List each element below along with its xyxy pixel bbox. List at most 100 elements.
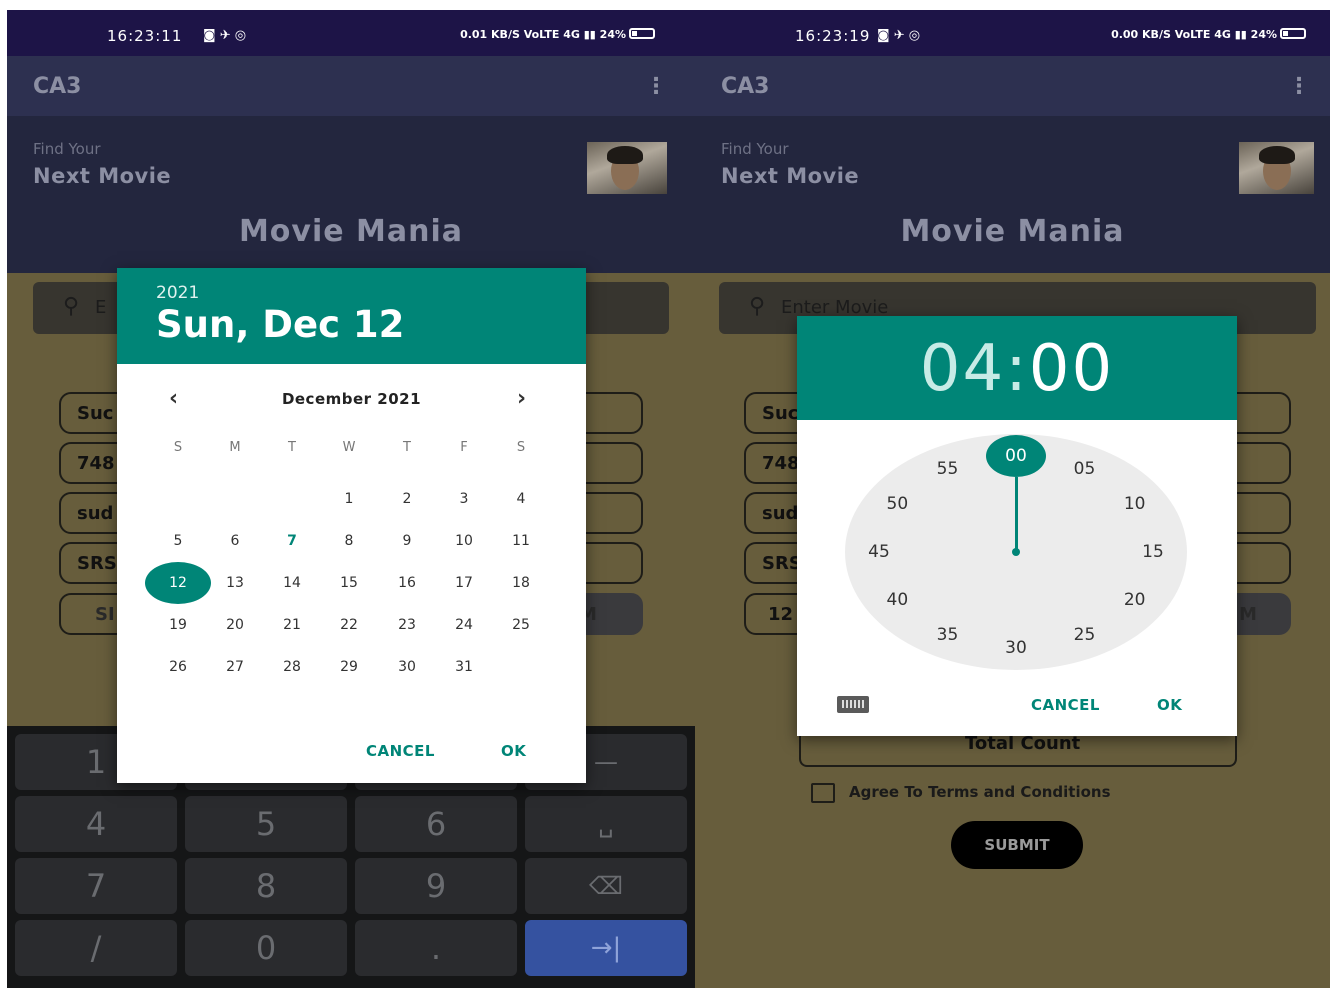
field-text: 748 <box>77 453 115 474</box>
battery-icon <box>1280 28 1306 39</box>
status-time: 16:23:11 <box>107 27 183 45</box>
calendar-day[interactable]: 3 <box>444 487 484 511</box>
find-your-label: Find Your <box>33 140 101 158</box>
search-partial-text: E <box>95 297 107 318</box>
status-bar: 16:23:11 ◙ ✈ ◎ 0.01 KB/S VoLTE 4G ▮▮ 24% <box>7 10 695 56</box>
key-6[interactable]: 6 <box>355 796 517 852</box>
calendar-day[interactable]: 4 <box>501 487 541 511</box>
overflow-menu-icon[interactable]: ⋮ <box>1288 74 1310 99</box>
today-day[interactable]: 7 <box>272 529 312 553</box>
time-separator: : <box>1005 332 1029 406</box>
weekday-header: M <box>229 440 241 455</box>
calendar-day[interactable]: 21 <box>272 613 312 637</box>
weekday-header: W <box>342 440 356 455</box>
key-8[interactable]: 8 <box>185 858 347 914</box>
field-text: sud <box>77 503 114 524</box>
status-indicators: 0.01 KB/S VoLTE 4G ▮▮ 24% <box>460 28 655 41</box>
keyboard-icon[interactable] <box>837 696 869 713</box>
calendar-day[interactable]: 6 <box>215 529 255 553</box>
calendar-day[interactable]: 15 <box>329 571 369 595</box>
selected-year[interactable]: 2021 <box>156 283 199 303</box>
key-slash[interactable]: / <box>15 920 177 976</box>
clock-number[interactable]: 50 <box>882 494 912 514</box>
calendar-day[interactable]: 11 <box>501 529 541 553</box>
clock-number[interactable]: 55 <box>933 459 963 479</box>
time-field-partial: M <box>1239 604 1257 625</box>
weekday-header: F <box>460 440 468 455</box>
calendar-day[interactable]: 26 <box>158 655 198 679</box>
calendar-day[interactable]: 24 <box>444 613 484 637</box>
selected-minute[interactable]: 00 <box>986 435 1046 477</box>
app-bar: CA3 ⋮ <box>695 56 1330 116</box>
calendar-day[interactable]: 23 <box>387 613 427 637</box>
field-text: Suc <box>77 403 114 424</box>
key-7[interactable]: 7 <box>15 858 177 914</box>
time-display: 04:00 <box>797 332 1237 406</box>
weekday-header: S <box>173 440 183 455</box>
calendar-day[interactable]: 27 <box>215 655 255 679</box>
field-text: sud <box>762 503 799 524</box>
clock-number[interactable]: 45 <box>864 542 894 562</box>
clock-number[interactable]: 15 <box>1138 542 1168 562</box>
calendar-day[interactable]: 25 <box>501 613 541 637</box>
calendar-day[interactable]: 13 <box>215 571 255 595</box>
next-movie-label: Next Movie <box>33 164 172 188</box>
overflow-menu-icon[interactable]: ⋮ <box>645 74 667 99</box>
clock-number[interactable]: 30 <box>1001 638 1031 658</box>
backspace-icon[interactable]: ⌫ <box>525 858 687 914</box>
calendar-day[interactable]: 18 <box>501 571 541 595</box>
key-9[interactable]: 9 <box>355 858 517 914</box>
network-speed-text: 0.01 KB/S VoLTE 4G ▮▮ 24% <box>460 28 626 41</box>
next-key-icon[interactable]: →| <box>525 920 687 976</box>
calendar-day[interactable]: 29 <box>329 655 369 679</box>
cancel-button[interactable]: CANCEL <box>1031 696 1100 714</box>
time-picker-dialog: 04:00 00 05 10 15 20 25 30 35 40 45 50 55 CANCEL OK <box>797 316 1237 736</box>
calendar-day[interactable]: 17 <box>444 571 484 595</box>
key-period[interactable]: . <box>355 920 517 976</box>
key-0[interactable]: 0 <box>185 920 347 976</box>
time-picker-header: 04:00 <box>797 316 1237 420</box>
notification-icons: ◙ ✈ ◎ <box>203 28 247 43</box>
submit-button[interactable]: SUBMIT <box>951 821 1083 869</box>
month-label: December 2021 <box>281 390 422 408</box>
network-speed-text: 0.00 KB/S VoLTE 4G ▮▮ 24% <box>1111 28 1277 41</box>
clock-number[interactable]: 20 <box>1120 590 1150 610</box>
calendar-day[interactable]: 2 <box>387 487 427 511</box>
clock-number[interactable]: 35 <box>933 625 963 645</box>
cancel-button[interactable]: CANCEL <box>366 742 435 760</box>
clock-number[interactable]: 05 <box>1070 459 1100 479</box>
clock-number[interactable]: 40 <box>882 590 912 610</box>
clock-number[interactable]: 25 <box>1070 625 1100 645</box>
search-placeholder: Enter Movie <box>781 297 889 318</box>
ok-button[interactable]: OK <box>501 742 526 760</box>
calendar-day[interactable]: 14 <box>272 571 312 595</box>
calendar-day[interactable]: 30 <box>387 655 427 679</box>
calendar-day[interactable]: 31 <box>444 655 484 679</box>
clock-number[interactable]: 10 <box>1120 494 1150 514</box>
calendar-day[interactable]: 1 <box>329 487 369 511</box>
calendar-day[interactable]: 28 <box>272 655 312 679</box>
calendar-day[interactable]: 16 <box>387 571 427 595</box>
right-screen: 16:23:19 ◙ ✈ ◎ 0.00 KB/S VoLTE 4G ▮▮ 24%… <box>695 10 1330 988</box>
hour-display[interactable]: 04 <box>920 332 1005 406</box>
key-space[interactable]: ␣ <box>525 796 687 852</box>
calendar-day[interactable]: 8 <box>329 529 369 553</box>
calendar-day[interactable]: 20 <box>215 613 255 637</box>
calendar-day[interactable]: 9 <box>387 529 427 553</box>
minute-display[interactable]: 00 <box>1029 332 1114 406</box>
key-5[interactable]: 5 <box>185 796 347 852</box>
ok-button[interactable]: OK <box>1157 696 1182 714</box>
calendar-day[interactable]: 19 <box>158 613 198 637</box>
agree-checkbox[interactable] <box>811 783 835 803</box>
selected-day[interactable]: 12 <box>145 562 211 604</box>
key-4[interactable]: 4 <box>15 796 177 852</box>
search-icon: ⚲ <box>749 294 766 319</box>
field-text: SI <box>95 604 115 625</box>
calendar-day[interactable]: 22 <box>329 613 369 637</box>
clock-dial[interactable]: 00 05 10 15 20 25 30 35 40 45 50 55 <box>845 434 1187 670</box>
calendar-day[interactable]: 5 <box>158 529 198 553</box>
brand-title: Movie Mania <box>238 214 464 249</box>
calendar-day[interactable]: 10 <box>444 529 484 553</box>
status-indicators: 0.00 KB/S VoLTE 4G ▮▮ 24% <box>1111 28 1306 41</box>
app-bar: CA3 ⋮ <box>7 56 695 116</box>
